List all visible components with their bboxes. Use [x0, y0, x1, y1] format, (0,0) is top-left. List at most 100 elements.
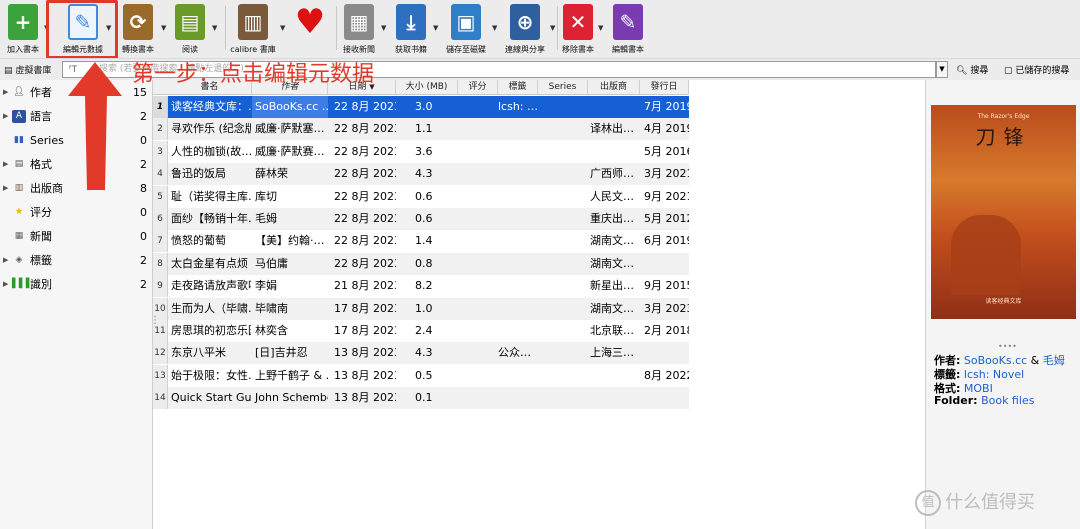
expand-arrow-icon[interactable]: ▶: [3, 88, 8, 96]
cell-pubdate: 2月 2018: [644, 324, 689, 337]
save-dropdown-arrow[interactable]: ▼: [492, 24, 497, 32]
table-row[interactable]: 5 耻（诺奖得主库… 库切 22 8月 2023 0.6 人民文… 9月 2021: [153, 185, 689, 208]
cell-size: 2.4: [415, 324, 433, 337]
column-header-series[interactable]: Series: [538, 80, 588, 95]
connect-share-button[interactable]: ⊕ 連線與分享: [502, 2, 548, 56]
cell-size: 0.1: [415, 391, 433, 405]
table-row[interactable]: 13始于极限：女性… 上野千鹤子 & … 13 8月 2023 0.5 8月 2022: [153, 364, 689, 387]
cell-tags: 公众…: [498, 346, 531, 360]
sidebar-item-tags[interactable]: ▶ ◈ 標籤 2: [0, 250, 153, 270]
publisher-icon: ▥: [14, 182, 24, 193]
step-annotation-text: 第一步：点击编辑元数据: [132, 62, 375, 87]
cell-pubdate: 6月 2019: [644, 234, 689, 248]
cell-pubdate: 5月 2016: [644, 144, 689, 158]
expand-arrow-icon[interactable]: ▶: [3, 112, 8, 120]
cell-date: 21 8月 2023: [334, 279, 396, 293]
sidebar-item-rating[interactable]: ★ 评分 0: [0, 202, 153, 222]
cell-date: 17 8月 2023: [334, 301, 396, 315]
news-dropdown-arrow[interactable]: ▼: [381, 24, 386, 32]
cell-tags: [498, 208, 538, 230]
folder-link[interactable]: Book files: [981, 394, 1034, 407]
row-number: 9: [153, 275, 168, 298]
edit-book-icon: ✎: [613, 4, 643, 40]
table-row[interactable]: 7 愤怒的葡萄 【美】约翰·… 22 8月 2023 1.4 湖南文… 6月 2019: [153, 230, 689, 253]
connect-dropdown-arrow[interactable]: ▼: [550, 24, 555, 32]
book-details-panel: The Razor's Edge 刀锋 读客经典文库 •••• 作者: SoBo…: [925, 80, 1080, 529]
convert-book-button[interactable]: ⟳ 轉換書本: [120, 2, 156, 56]
edit-book-button[interactable]: ✎ 編輯書本: [610, 2, 646, 56]
sidebar-item-news[interactable]: ▦ 新聞 0: [0, 226, 153, 246]
virtual-library-button[interactable]: ▤ 虛擬書庫: [4, 63, 51, 76]
cell-size: 0.8: [415, 256, 433, 270]
column-header-rating[interactable]: 评分: [458, 80, 498, 95]
get-books-button[interactable]: ⤓ 获取书籍: [392, 2, 430, 56]
calibre-library-button[interactable]: ▥ calibre 書庫: [230, 2, 276, 56]
watermark-logo: 值: [915, 490, 941, 516]
remove-book-button[interactable]: ✕ 移除書本: [560, 2, 596, 56]
cell-title: 寻欢作乐 (纪念版): [171, 122, 251, 136]
donate-button[interactable]: ♥: [290, 2, 330, 56]
sidebar-item-identifiers[interactable]: ▶ ▌▌▌ 識別 2: [0, 274, 153, 294]
fetch-news-button[interactable]: ▦ 接收新聞: [340, 2, 378, 56]
cell-publisher: 北京联…: [590, 324, 634, 337]
cell-date: 17 8月 2023: [334, 324, 396, 337]
cell-date: 13 8月 2023: [334, 368, 396, 382]
row-number: 13: [153, 364, 168, 387]
expand-arrow-icon[interactable]: ▶: [3, 280, 8, 288]
cell-size: 3.0: [415, 100, 433, 113]
cell-tags: [498, 387, 538, 409]
column-header-size[interactable]: 大小 (MB): [396, 80, 458, 95]
table-row[interactable]: 12 东京八平米 [日]吉井忍 13 8月 2023 4.3 公众… 上海三…: [153, 342, 689, 365]
expand-arrow-icon[interactable]: ▶: [3, 184, 8, 192]
table-row[interactable]: 10 生而为人（毕啸… 毕啸南 17 8月 2023 1.0 湖南文… 3月 2023: [153, 297, 689, 320]
toolbar-separator: [557, 6, 558, 50]
column-header-tags[interactable]: 標籤: [498, 80, 538, 95]
table-row[interactable]: 11 房思琪的初恋乐园 林奕含 17 8月 2023 2.4 北京联… 2月 2018: [153, 320, 689, 342]
search-button[interactable]: 🔍︎ 搜尋: [956, 63, 988, 76]
row-number: 6: [153, 208, 168, 230]
row-number: 12: [153, 342, 168, 365]
book-cover-image[interactable]: The Razor's Edge 刀锋 读客经典文库: [931, 105, 1076, 319]
table-row[interactable]: 2寻欢作乐 (纪念版) 威廉·萨默塞… 22 8月 2023 1.1 译林出… 4月 20…: [153, 118, 689, 141]
read-button[interactable]: ▤ 阅读: [174, 2, 206, 56]
convert-dropdown-arrow[interactable]: ▼: [161, 24, 166, 32]
cell-publisher: 重庆出…: [590, 212, 634, 225]
expand-arrow-icon[interactable]: ▶: [3, 256, 8, 264]
remove-book-icon: ✕: [563, 4, 593, 40]
author-link[interactable]: 毛姆: [1043, 354, 1065, 367]
library-dropdown-arrow[interactable]: ▼: [280, 24, 285, 32]
cell-title: Quick Start Guide: [171, 391, 251, 405]
cell-pubdate: [644, 387, 689, 409]
cover-splitter-handle[interactable]: ••••: [998, 342, 1017, 351]
author-icon: 👤︎: [13, 86, 25, 97]
table-row[interactable]: 4 鲁迅的饭局 薛林荣 22 8月 2023 4.3 广西师… 3月 2021: [153, 163, 689, 186]
cell-title: 房思琪的初恋乐园: [171, 324, 251, 337]
cell-publisher: 湖南文…: [590, 256, 634, 270]
cell-author: 威廉·萨默赛…: [255, 144, 325, 158]
table-row[interactable]: 3 人性的枷锁(故… 威廉·萨默赛… 22 8月 2023 3.6 5月 2016: [153, 140, 689, 163]
table-row[interactable]: 1 读客经典文库：… SoBooKs.cc … 22 8月 2023 3.0 lcsh: …: [153, 96, 689, 118]
saved-searches-button[interactable]: ▢ 已儲存的搜尋: [1004, 63, 1069, 76]
cell-size: 0.6: [415, 212, 433, 225]
expand-arrow-icon[interactable]: ▶: [3, 160, 8, 168]
table-row[interactable]: 8 太白金星有点烦 马伯庸 22 8月 2023 0.8 湖南文…: [153, 252, 689, 275]
cell-pubdate: 5月 2012: [644, 212, 689, 225]
cell-title: 面纱【畅销十年…: [171, 212, 251, 225]
cell-pubdate: 3月 2021: [644, 167, 689, 181]
cell-pubdate: 7月 2019: [644, 100, 689, 113]
save-to-disk-button[interactable]: ▣ 儲存至磁碟: [444, 2, 488, 56]
remove-dropdown-arrow[interactable]: ▼: [598, 24, 603, 32]
add-book-icon: +: [8, 4, 38, 40]
table-row[interactable]: 9 走夜路请放声歌唱 李娟 21 8月 2023 8.2 新星出… 9月 2015: [153, 275, 689, 298]
cell-author: 薛林荣: [255, 167, 288, 181]
table-row[interactable]: 6 面纱【畅销十年… 毛姆 22 8月 2023 0.6 重庆出… 5月 2012: [153, 208, 689, 230]
read-dropdown-arrow[interactable]: ▼: [212, 24, 217, 32]
get-books-dropdown-arrow[interactable]: ▼: [433, 24, 438, 32]
column-header-publisher[interactable]: 出版商: [588, 80, 640, 95]
table-row[interactable]: 14Quick Start Guide John Schember 13 8月 20…: [153, 387, 689, 410]
search-history-dropdown[interactable]: ▼: [936, 61, 948, 78]
add-book-button[interactable]: + 加入書本: [4, 2, 42, 56]
sidebar-splitter-handle[interactable]: ⋮: [150, 315, 160, 326]
cell-date: 22 8月 2023: [334, 100, 396, 113]
column-header-pubdate[interactable]: 發行日: [640, 80, 689, 95]
